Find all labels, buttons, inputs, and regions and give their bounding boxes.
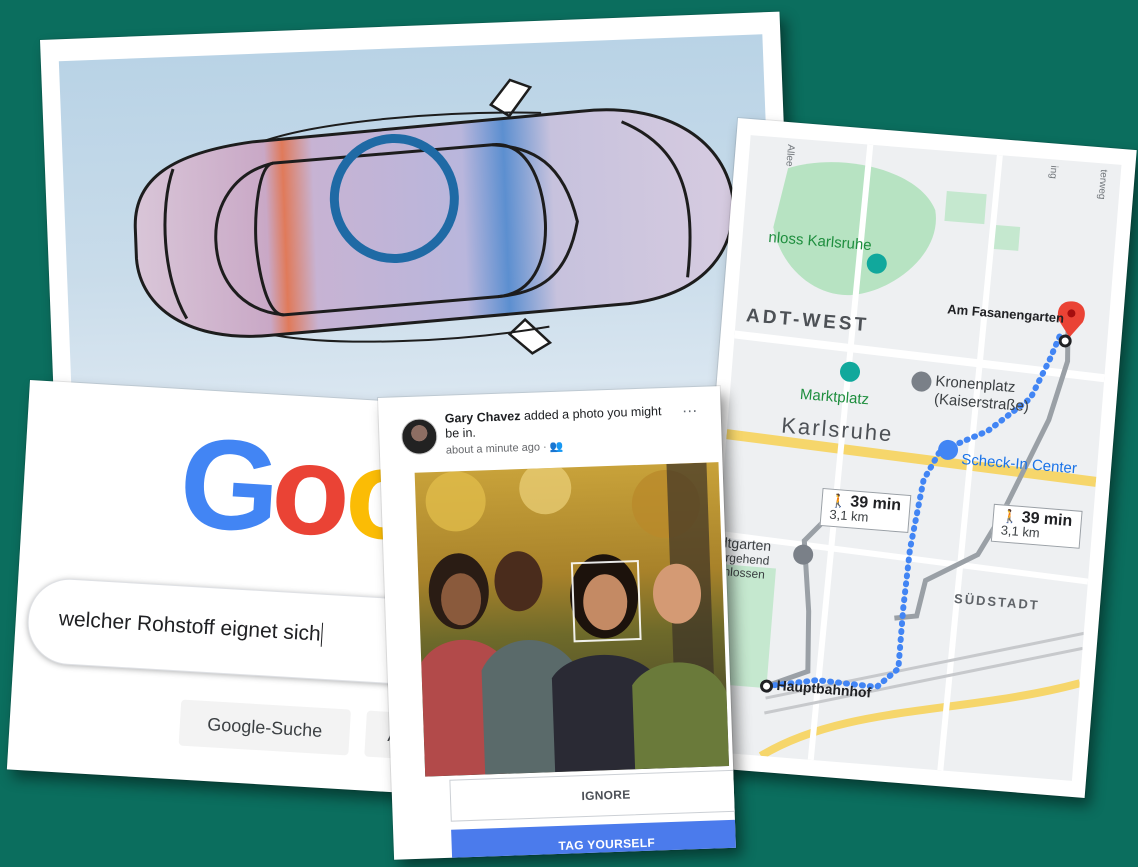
timestamp: about a minute ago	[445, 441, 541, 457]
car-top-view-illustration	[133, 78, 735, 355]
car-scan-background	[58, 34, 777, 420]
friends-audience-icon: · 👥	[542, 440, 564, 454]
marktplatz-poi-icon[interactable]	[839, 361, 861, 383]
more-options-icon[interactable]: …	[681, 399, 699, 418]
route-distance: 3,1 km	[828, 506, 870, 525]
route-distance: 3,1 km	[1000, 522, 1041, 541]
group-photo	[421, 462, 730, 777]
main-road	[758, 679, 1081, 760]
text-caret	[320, 623, 324, 648]
search-input-value: welcher Rohstoff eignet sich	[58, 607, 324, 648]
destination-marker-icon	[1058, 334, 1072, 348]
map-view[interactable]: nloss Karlsruhe ADT-WEST Am Fasanengarte…	[701, 135, 1122, 781]
park-block	[944, 190, 987, 225]
logo-letter: o	[267, 416, 355, 565]
route-info-box[interactable]: 🚶 39 min 3,1 km	[990, 503, 1083, 549]
car-body	[133, 108, 735, 338]
tag-yourself-button[interactable]: TAG YOURSELF	[451, 818, 736, 860]
facebook-tag-suggestion-card: Gary Chavez added a photo you might be i…	[378, 386, 736, 860]
map-card: nloss Karlsruhe ADT-WEST Am Fasanengarte…	[685, 118, 1137, 798]
ignore-button[interactable]: IGNORE	[449, 768, 736, 822]
label-street-allee: Allee	[783, 143, 797, 167]
post-meta: about a minute ago · 👥	[446, 440, 564, 457]
tagged-photo[interactable]	[414, 462, 730, 777]
start-marker-icon	[760, 679, 774, 693]
logo-letter: G	[175, 411, 284, 560]
park-block	[992, 224, 1021, 251]
notification-title: Gary Chavez added a photo you might be i…	[445, 404, 676, 442]
google-search-button[interactable]: Google-Suche	[178, 699, 352, 756]
mirror-bottom	[507, 317, 553, 355]
route-info-box[interactable]: 🚶 39 min 3,1 km	[819, 487, 911, 533]
car-scan-card	[40, 11, 795, 420]
kronenplatz-poi-icon[interactable]	[911, 371, 933, 393]
mirror-top	[488, 78, 533, 118]
avatar[interactable]	[400, 417, 438, 456]
user-name[interactable]: Gary Chavez	[445, 409, 521, 426]
label-street-ring: ing	[1047, 165, 1060, 180]
